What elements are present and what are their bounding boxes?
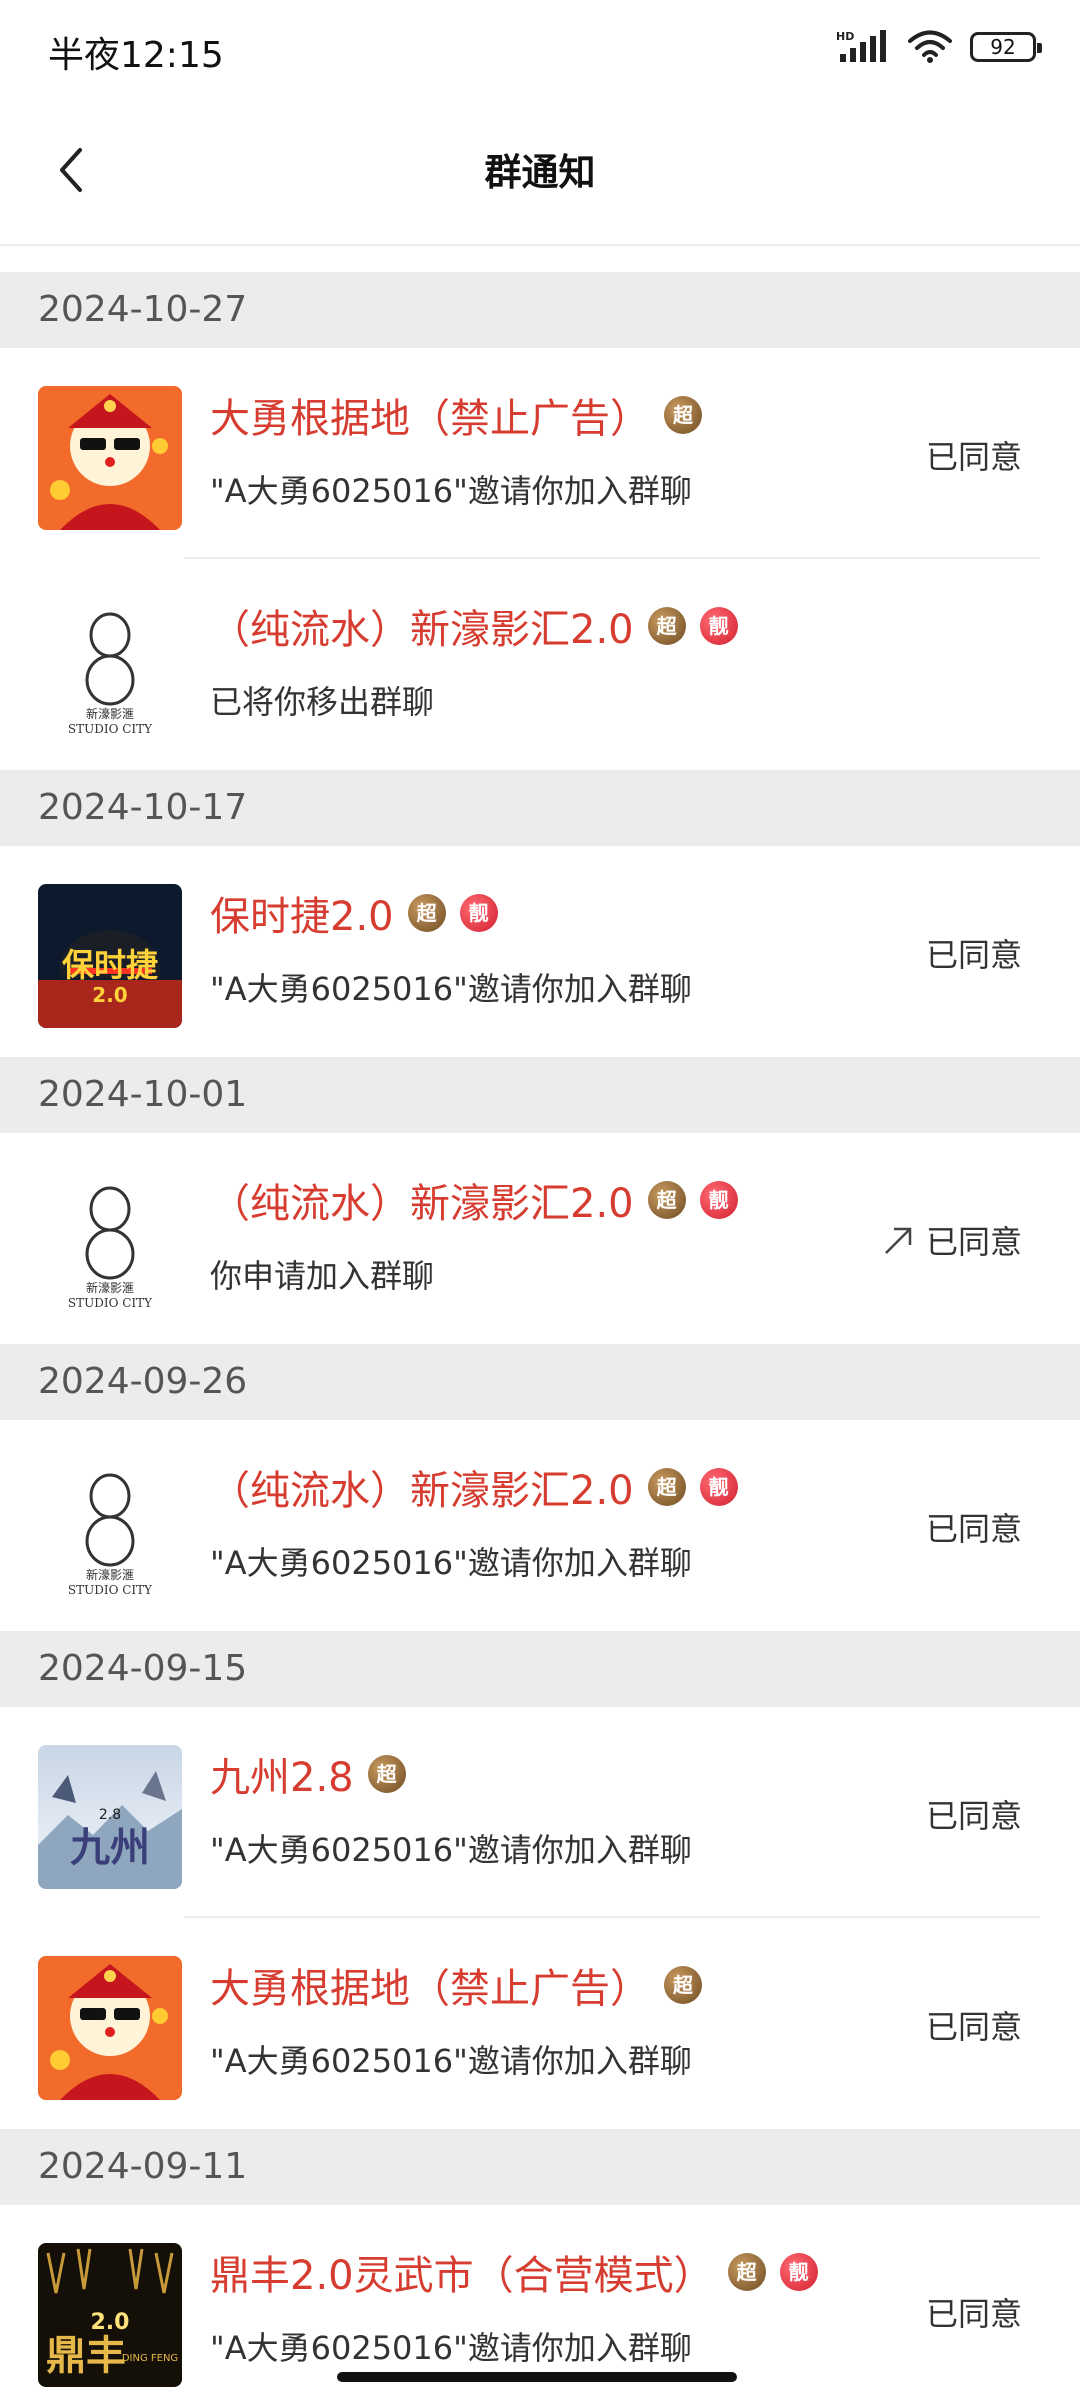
super-badge: 超 [664,396,702,434]
group-name: 鼎丰2.0灵武市（合营模式） [210,2253,714,2299]
status-label: 已同意 [925,2008,1022,2046]
group-title: 鼎丰2.0灵武市（合营模式） 超 靓 [210,2243,818,2301]
home-indicator[interactable] [337,2372,737,2382]
dingfeng-en-label: DING FENG [122,2353,178,2364]
date-header: 2024-09-26 [0,1344,1080,1420]
group-name: （纯流水）新濠影汇2.0 [210,607,634,653]
pretty-badge: 靓 [699,1181,738,1219]
notification-desc: "A大勇6025016"邀请你加入群聊 [210,1831,692,1869]
studio-city-cn-label: 新濠影滙 [86,1567,134,1582]
notification-item[interactable]: 新濠影滙 STUDIO CITY （纯流水）新濠影汇2.0 超 靓 已将你移出群… [0,559,1080,770]
group-title: 大勇根据地（禁止广告） 超 [210,1956,702,2014]
porsche-avatar: 保时捷 2.0 [38,884,182,1028]
studio-city-avatar: 新濠影滙 STUDIO CITY [38,1458,182,1602]
group-name: 大勇根据地（禁止广告） [210,1966,650,2012]
studio-city-en-label: STUDIO CITY [68,1296,153,1310]
status-label: 已同意 [925,936,1022,974]
dingfeng-avatar: 鼎丰 2.0 DING FENG [38,2243,182,2387]
notification-desc: "A大勇6025016"邀请你加入群聊 [210,1544,692,1582]
super-badge: 超 [367,1755,406,1793]
porsche-label: 保时捷 [62,946,158,984]
status-bar: 半夜12:15 HD 92 [0,0,1080,100]
group-title: （纯流水）新濠影汇2.0 超 靓 [210,1458,738,1516]
date-header: 2024-09-11 [0,2129,1080,2205]
status-icons: HD 92 [818,30,1042,64]
notification-item[interactable]: 新濠影滙 STUDIO CITY （纯流水）新濠影汇2.0 超 靓 "A大勇60… [0,1420,1080,1631]
pretty-badge: 靓 [459,894,498,932]
arrow-up-right-icon [885,1227,912,1254]
notification-item[interactable]: 大勇根据地（禁止广告） 超 "A大勇6025016"邀请你加入群聊 已同意 [0,1918,1080,2129]
status-label: 已同意 [925,2295,1022,2333]
date-header: 2024-10-01 [0,1057,1080,1133]
pretty-badge: 靓 [699,1468,738,1506]
studio-city-cn-label: 新濠影滙 [86,706,134,721]
notification-desc: "A大勇6025016"邀请你加入群聊 [210,2329,692,2367]
pretty-badge: 靓 [699,607,738,645]
group-title: 保时捷2.0 超 靓 [210,884,498,942]
status-label: 已同意 [925,1797,1022,1835]
dingfeng-label: 鼎丰 [46,2332,126,2379]
super-badge: 超 [647,1181,686,1219]
studio-city-avatar: 新濠影滙 STUDIO CITY [38,1171,182,1315]
group-title: （纯流水）新濠影汇2.0 超 靓 [210,597,738,655]
porsche-version-label: 2.0 [92,983,127,1007]
group-name: 九州2.8 [210,1755,354,1801]
dingfeng-version-label: 2.0 [91,2310,130,2335]
status-label: 已同意 [925,438,1022,476]
group-name: （纯流水）新濠影汇2.0 [210,1468,634,1514]
notification-desc: 已将你移出群聊 [210,683,435,721]
studio-city-en-label: STUDIO CITY [68,1583,153,1597]
notification-desc: "A大勇6025016"邀请你加入群聊 [210,472,692,510]
super-badge: 超 [647,1468,686,1506]
app-header: 群通知 [0,100,1080,246]
date-header: 2024-10-17 [0,770,1080,846]
notification-item[interactable]: 九州 2.8 九州2.8 超 "A大勇6025016"邀请你加入群聊 已同意 [0,1707,1080,1918]
notification-desc: "A大勇6025016"邀请你加入群聊 [210,2042,692,2080]
group-name: 保时捷2.0 [210,894,394,940]
date-header: 2024-10-27 [0,272,1080,348]
super-badge: 超 [647,607,686,645]
jiuzhou-version-label: 2.8 [99,1807,121,1823]
notification-item[interactable]: 大勇根据地（禁止广告） 超 "A大勇6025016"邀请你加入群聊 已同意 [0,348,1080,559]
studio-city-en-label: STUDIO CITY [68,722,153,736]
group-name: 大勇根据地（禁止广告） [210,396,650,442]
super-badge: 超 [727,2253,766,2291]
date-header: 2024-09-15 [0,1631,1080,1707]
studio-city-cn-label: 新濠影滙 [86,1280,134,1295]
battery-icon: 92 [970,32,1042,62]
signal-icon: HD [836,30,886,62]
jiuzhou-label: 九州 [70,1824,150,1871]
group-notifications-screen: 半夜12:15 HD 92 群通知 2024-10-27 大勇根据地（禁止广告）… [0,0,1080,2400]
wifi-icon [908,30,952,63]
god-of-wealth-avatar [38,1956,182,2100]
notification-item[interactable]: 保时捷 2.0 保时捷2.0 超 靓 "A大勇6025016"邀请你加入群聊 已… [0,846,1080,1057]
notification-item[interactable]: 新濠影滙 STUDIO CITY （纯流水）新濠影汇2.0 超 靓 你申请加入群… [0,1133,1080,1344]
group-title: （纯流水）新濠影汇2.0 超 靓 [210,1171,738,1229]
notification-list: 2024-10-27 大勇根据地（禁止广告） 超 "A大勇6025016"邀请你… [0,272,1080,2400]
group-title: 大勇根据地（禁止广告） 超 [210,386,702,444]
jiuzhou-avatar: 九州 2.8 [38,1745,182,1889]
status-text: 已同意 [925,1223,1022,1261]
group-title: 九州2.8 超 [210,1745,406,1803]
pretty-badge: 靓 [779,2253,818,2291]
page-title: 群通知 [484,151,596,194]
status-time: 半夜12:15 [48,35,224,76]
group-name: （纯流水）新濠影汇2.0 [210,1181,634,1227]
god-of-wealth-avatar [38,386,182,530]
status-label: 已同意 [925,1510,1022,1548]
super-badge: 超 [664,1966,702,2004]
super-badge: 超 [407,894,446,932]
notification-item[interactable]: 鼎丰 2.0 DING FENG 鼎丰2.0灵武市（合营模式） 超 靓 "A大勇… [0,2205,1080,2400]
hd-label: HD [836,30,854,43]
status-label: 已同意 [882,1217,1022,1263]
studio-city-avatar: 新濠影滙 STUDIO CITY [38,597,182,741]
notification-desc: 你申请加入群聊 [210,1257,435,1295]
notification-desc: "A大勇6025016"邀请你加入群聊 [210,970,692,1008]
